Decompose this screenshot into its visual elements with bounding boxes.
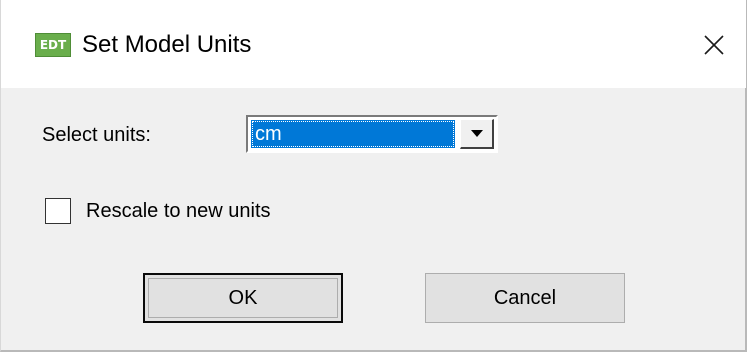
rescale-checkbox[interactable] bbox=[45, 198, 71, 224]
title-bar[interactable]: EDT Set Model Units bbox=[1, 0, 746, 88]
set-model-units-dialog: EDT Set Model Units Select units: cm Res… bbox=[0, 0, 747, 352]
cancel-button[interactable]: Cancel bbox=[425, 273, 625, 323]
units-dropdown-button[interactable] bbox=[460, 119, 494, 149]
ok-button[interactable]: OK bbox=[143, 273, 343, 323]
close-icon bbox=[704, 35, 724, 55]
select-units-label: Select units: bbox=[42, 124, 151, 146]
units-select-value[interactable]: cm bbox=[251, 120, 455, 148]
dialog-title: Set Model Units bbox=[82, 31, 252, 58]
ok-button-label: OK bbox=[228, 287, 258, 309]
units-select[interactable]: cm bbox=[246, 115, 498, 153]
cancel-button-label: Cancel bbox=[493, 287, 557, 309]
close-button[interactable] bbox=[691, 22, 737, 68]
rescale-label[interactable]: Rescale to new units bbox=[86, 199, 271, 223]
edt-app-icon: EDT bbox=[35, 33, 71, 57]
chevron-down-icon bbox=[471, 130, 483, 137]
